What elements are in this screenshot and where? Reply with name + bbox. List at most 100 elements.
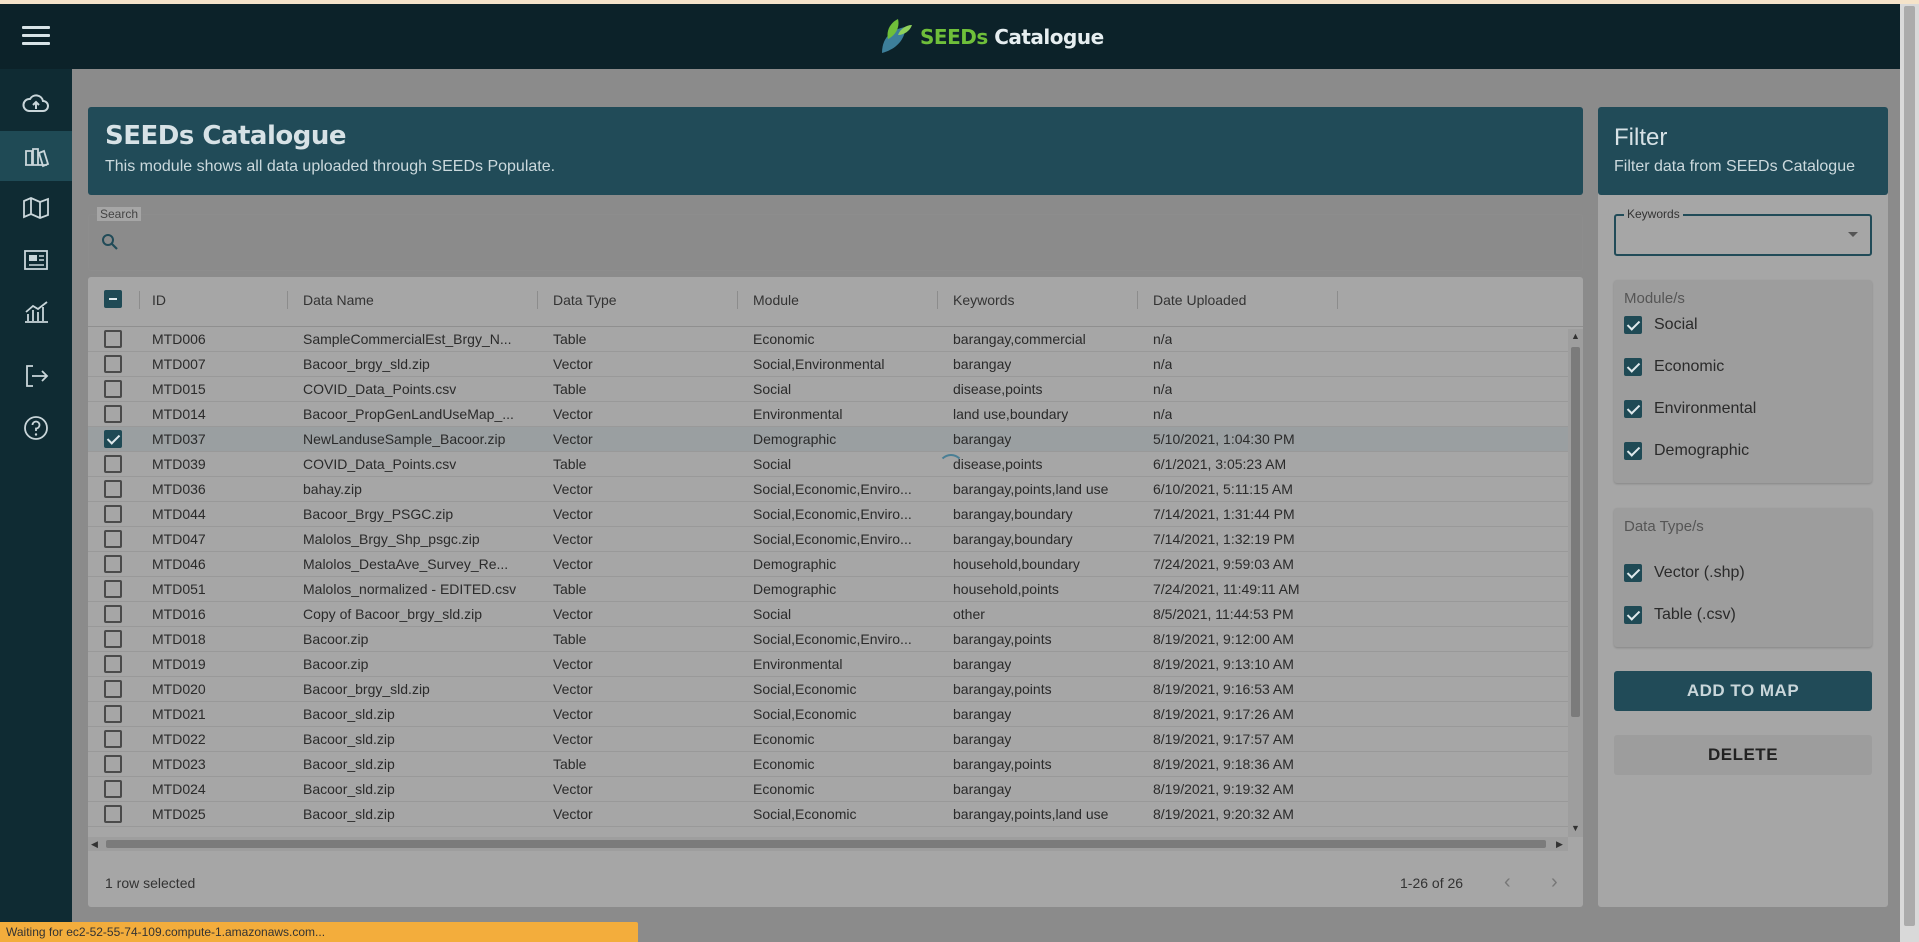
row-checkbox[interactable] [104, 355, 122, 373]
cell-keywords: household,boundary [953, 556, 1080, 572]
row-checkbox[interactable] [104, 605, 122, 623]
option-label: Table (.csv) [1654, 606, 1736, 623]
row-checkbox[interactable] [104, 555, 122, 573]
table-row[interactable]: MTD046 Malolos_DestaAve_Survey_Re... Vecto… [88, 552, 1568, 577]
row-checkbox[interactable] [104, 630, 122, 648]
sidebar-item-logout[interactable] [0, 351, 72, 401]
row-checkbox[interactable] [104, 580, 122, 598]
selected-row-count: 1 row selected [105, 875, 196, 891]
search-field[interactable]: Search [88, 207, 1583, 271]
cell-data-type: Vector [553, 531, 593, 547]
checkbox[interactable] [1624, 358, 1642, 376]
cell-data-name: COVID_Data_Points.csv [303, 381, 457, 397]
table-row[interactable]: MTD021 Bacoor_sld.zip Vector Social,Economi… [88, 702, 1568, 727]
module-option-demographic[interactable]: Demographic [1624, 439, 1749, 463]
column-header-keywords[interactable]: Keywords [953, 292, 1014, 308]
column-header-data-name[interactable]: Data Name [303, 292, 374, 308]
cell-date-uploaded: n/a [1153, 331, 1173, 347]
select-all-checkbox[interactable] [104, 290, 122, 308]
row-checkbox[interactable] [104, 430, 122, 448]
row-checkbox[interactable] [104, 680, 122, 698]
row-checkbox[interactable] [104, 530, 122, 548]
sidebar-item-analytics[interactable] [0, 287, 72, 337]
row-checkbox[interactable] [104, 705, 122, 723]
table-row[interactable]: MTD039 COVID_Data_Points.csv Table Social di… [88, 452, 1568, 477]
table-row[interactable]: MTD036 bahay.zip Vector Social,Economic,Env… [88, 477, 1568, 502]
window-scrollbar[interactable] [1900, 4, 1919, 942]
cell-data-name: COVID_Data_Points.csv [303, 456, 457, 472]
table-row[interactable]: MTD044 Bacoor_Brgy_PSGC.zip Vector Social,E… [88, 502, 1568, 527]
dashboard-icon [24, 250, 48, 270]
module-option-economic[interactable]: Economic [1624, 355, 1724, 379]
menu-icon[interactable] [22, 26, 50, 48]
table-row[interactable]: MTD007 Bacoor_brgy_sld.zip Vector Social,En… [88, 352, 1568, 377]
data-type-option-table[interactable]: Table (.csv) [1624, 603, 1736, 627]
table-vertical-scrollbar[interactable]: ▲ ▼ [1568, 329, 1583, 837]
table-row[interactable]: MTD016 Copy of Bacoor_brgy_sld.zip Vector S… [88, 602, 1568, 627]
previous-page-button[interactable]: ‹ [1504, 871, 1511, 894]
table-row[interactable]: MTD024 Bacoor_sld.zip Vector Economic barang… [88, 777, 1568, 802]
table-row[interactable]: MTD018 Bacoor.zip Table Social,Economic,Env… [88, 627, 1568, 652]
cell-module: Social,Economic,Enviro... [753, 631, 912, 647]
cell-date-uploaded: n/a [1153, 406, 1173, 422]
row-checkbox[interactable] [104, 780, 122, 798]
row-checkbox[interactable] [104, 755, 122, 773]
row-checkbox[interactable] [104, 805, 122, 823]
module-option-social[interactable]: Social [1624, 313, 1698, 337]
cell-data-name: Bacoor_brgy_sld.zip [303, 681, 430, 697]
column-header-module[interactable]: Module [753, 292, 799, 308]
cell-date-uploaded: 8/19/2021, 9:18:36 AM [1153, 756, 1294, 772]
row-checkbox[interactable] [104, 730, 122, 748]
row-checkbox[interactable] [104, 330, 122, 348]
sidebar-item-catalogue[interactable] [0, 131, 72, 181]
table-row[interactable]: MTD019 Bacoor.zip Vector Environmental baran… [88, 652, 1568, 677]
column-separator [937, 291, 938, 309]
cell-module: Economic [753, 331, 815, 347]
table-row[interactable]: MTD006 SampleCommercialEst_Brgy_N... Table… [88, 327, 1568, 352]
sidebar-item-upload[interactable] [0, 79, 72, 129]
table-row[interactable]: MTD051 Malolos_normalized - EDITED.csv Tab… [88, 577, 1568, 602]
table-header: ID Data Name Data Type Module Keywords D… [88, 277, 1583, 327]
add-to-map-button[interactable]: ADD TO MAP [1614, 671, 1872, 711]
table-row[interactable]: MTD022 Bacoor_sld.zip Vector Economic barang… [88, 727, 1568, 752]
cell-data-type: Table [553, 581, 587, 597]
table-row[interactable]: MTD023 Bacoor_sld.zip Table Economic baranga… [88, 752, 1568, 777]
row-checkbox[interactable] [104, 505, 122, 523]
sidebar-item-help[interactable] [0, 403, 72, 453]
cell-module: Environmental [753, 406, 843, 422]
next-page-button[interactable]: › [1551, 871, 1558, 894]
table-row[interactable]: MTD014 Bacoor_PropGenLandUseMap_... Vector… [88, 402, 1568, 427]
row-checkbox[interactable] [104, 480, 122, 498]
module-option-environmental[interactable]: Environmental [1624, 397, 1756, 421]
table-row[interactable]: MTD020 Bacoor_brgy_sld.zip Vector Social,Ec… [88, 677, 1568, 702]
checkbox[interactable] [1624, 564, 1642, 582]
table-row[interactable]: MTD015 COVID_Data_Points.csv Table Social di… [88, 377, 1568, 402]
cell-data-type: Vector [553, 781, 593, 797]
checkbox[interactable] [1624, 316, 1642, 334]
delete-button[interactable]: DELETE [1614, 735, 1872, 775]
checkbox[interactable] [1624, 400, 1642, 418]
column-header-data-type[interactable]: Data Type [553, 292, 617, 308]
column-header-id[interactable]: ID [152, 292, 166, 308]
table-row[interactable]: MTD037 NewLanduseSample_Bacoor.zip Vector D… [88, 427, 1568, 452]
table-row[interactable]: MTD047 Malolos_Brgy_Shp_psgc.zip Vector Soc… [88, 527, 1568, 552]
row-checkbox[interactable] [104, 655, 122, 673]
checkbox[interactable] [1624, 606, 1642, 624]
row-checkbox[interactable] [104, 405, 122, 423]
table-horizontal-scrollbar[interactable]: ◀ ▶ [88, 837, 1568, 851]
chart-icon [25, 301, 48, 323]
row-checkbox[interactable] [104, 380, 122, 398]
sidebar-item-dashboard[interactable] [0, 235, 72, 285]
cell-id: MTD037 [152, 431, 206, 447]
search-input[interactable] [129, 229, 1559, 257]
column-separator [139, 291, 140, 309]
column-separator [537, 291, 538, 309]
table-row[interactable]: MTD025 Bacoor_sld.zip Vector Social,Economi… [88, 802, 1568, 827]
checkbox[interactable] [1624, 442, 1642, 460]
cell-data-name: Bacoor.zip [303, 631, 369, 647]
data-type-option-vector[interactable]: Vector (.shp) [1624, 561, 1745, 585]
sidebar-item-map[interactable] [0, 183, 72, 233]
keywords-select[interactable]: Keywords [1614, 207, 1872, 256]
row-checkbox[interactable] [104, 455, 122, 473]
column-header-date-uploaded[interactable]: Date Uploaded [1153, 292, 1246, 308]
